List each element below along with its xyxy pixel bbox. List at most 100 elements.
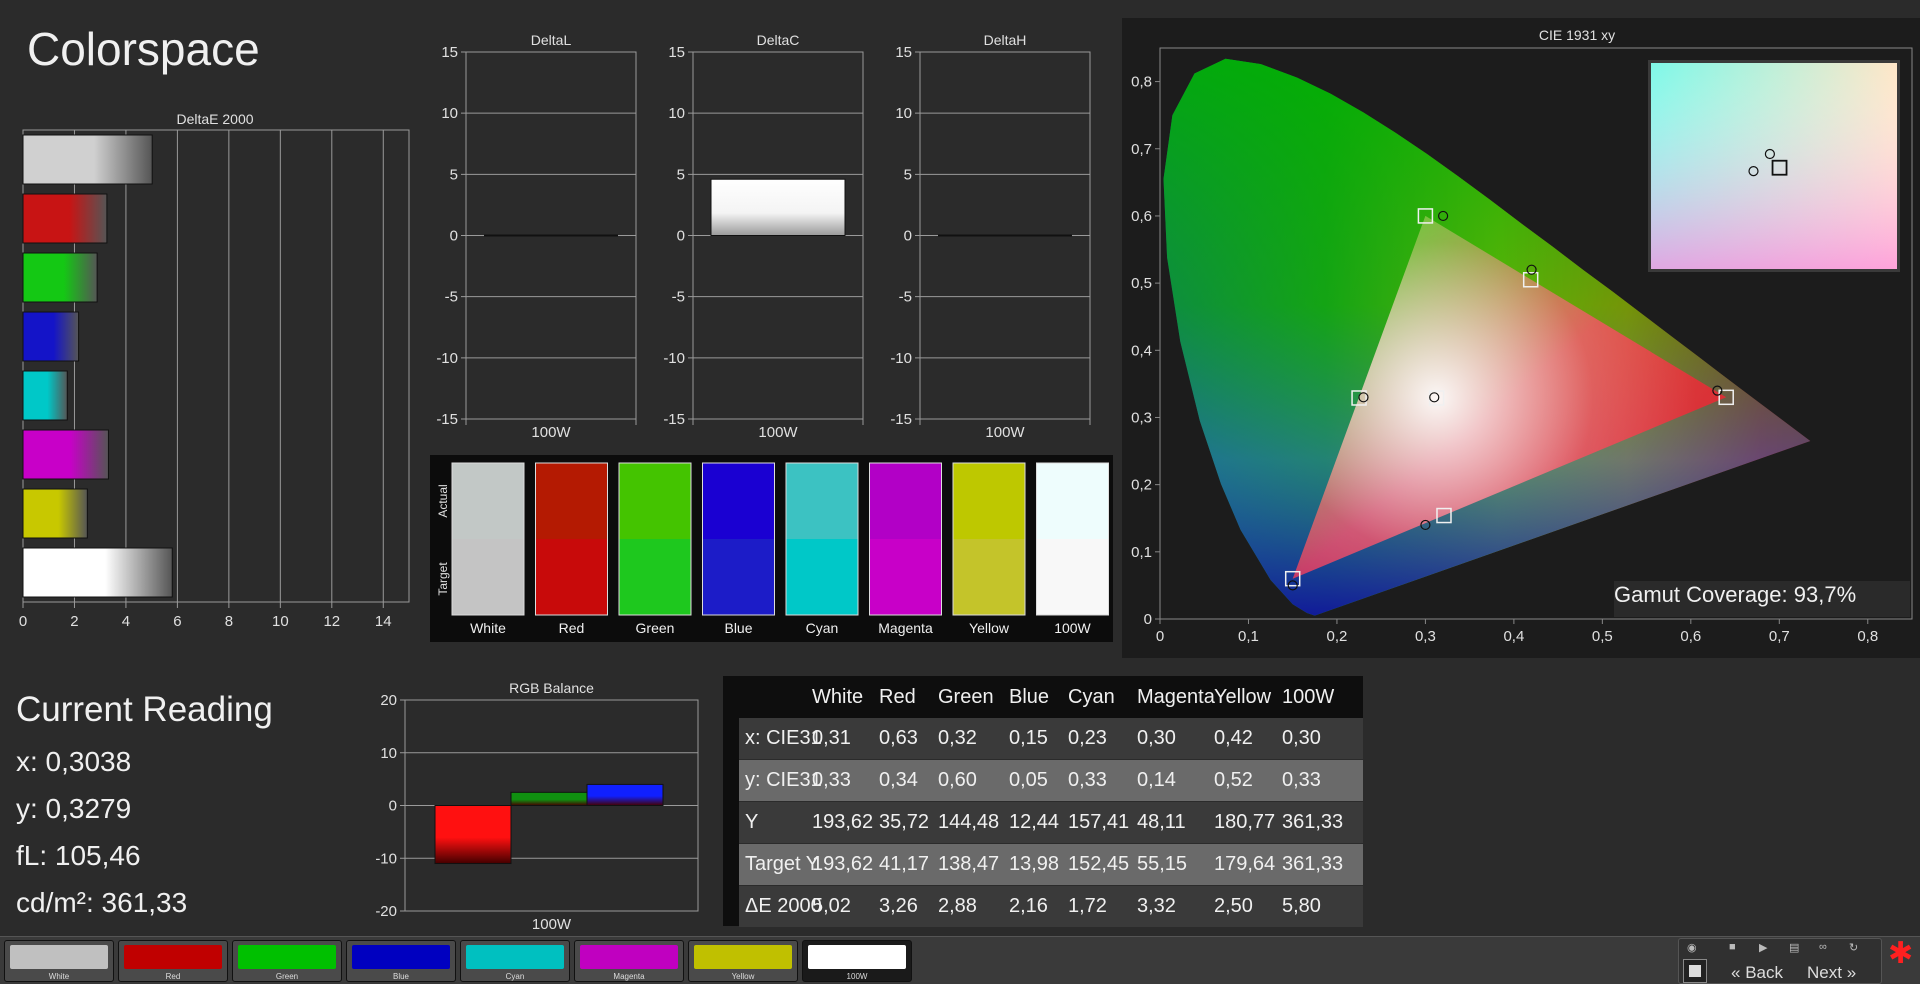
transport-icons: ◉ ■ ▶ ▤ ∞ ↻ xyxy=(1683,941,1873,957)
eye-icon[interactable]: ◉ xyxy=(1687,941,1697,954)
deltae-bar-white xyxy=(22,134,153,185)
deltal-ytick--10: -10 xyxy=(436,350,458,367)
current-reading-title: Current Reading xyxy=(16,690,273,729)
color-button-red[interactable]: Red xyxy=(118,940,228,982)
color-button-white[interactable]: White xyxy=(4,940,114,982)
deltah-ytick--15: -15 xyxy=(890,411,912,428)
asterisk-icon[interactable]: ✱ xyxy=(1888,936,1913,971)
values-cell: 0,33 xyxy=(1282,769,1321,791)
values-cell: 180,77 xyxy=(1214,811,1276,833)
values-col-yellow: Yellow xyxy=(1214,686,1272,708)
color-button-100w[interactable]: 100W xyxy=(802,940,912,982)
deltal-ytick-0: 0 xyxy=(450,228,458,245)
deltac-ytick-5: 5 xyxy=(677,166,685,183)
deltal-ytick-10: 10 xyxy=(441,105,458,122)
color-button-swatch xyxy=(694,945,792,969)
color-button-swatch xyxy=(808,945,906,969)
next-button[interactable]: Next » xyxy=(1807,963,1856,983)
values-cell: 0,30 xyxy=(1282,727,1321,749)
deltac-ytick--5: -5 xyxy=(672,289,685,306)
color-button-magenta[interactable]: Magenta xyxy=(574,940,684,982)
deltac-xtick: 100W xyxy=(758,424,798,441)
values-cell: 361,33 xyxy=(1282,811,1344,833)
cie-ytick-0,2: 0,2 xyxy=(1131,477,1152,494)
values-cell: 3,26 xyxy=(879,895,918,917)
rgb-xlabel: 100W xyxy=(532,916,572,933)
swatch-actual-blue xyxy=(702,463,775,539)
color-button-swatch xyxy=(466,945,564,969)
values-cell: 12,44 xyxy=(1009,811,1060,833)
rgb-bar-r xyxy=(434,805,512,865)
swatch-label-green: Green xyxy=(636,620,675,636)
values-cell: 0,42 xyxy=(1214,727,1253,749)
values-cell: 179,64 xyxy=(1214,853,1276,875)
rgb-ytick--10: -10 xyxy=(375,850,397,867)
values-cell: 138,47 xyxy=(938,853,1000,875)
values-cell: 2,16 xyxy=(1009,895,1048,917)
deltac-ytick--15: -15 xyxy=(663,411,685,428)
color-button-yellow[interactable]: Yellow xyxy=(688,940,798,982)
values-cell: 13,98 xyxy=(1009,853,1060,875)
back-button[interactable]: « Back xyxy=(1731,963,1783,983)
rgb-ytick-20: 20 xyxy=(380,692,397,709)
values-row-label: Target Y xyxy=(745,853,820,875)
values-cell: 0,32 xyxy=(938,727,977,749)
deltae-bar-blue xyxy=(22,311,80,362)
swatch-actual-magenta xyxy=(869,463,942,539)
reading-y: y: 0,3279 xyxy=(16,793,132,824)
rgb-title: RGB Balance xyxy=(509,680,594,696)
deltac-bar xyxy=(710,178,846,237)
swatch-label-yellow: Yellow xyxy=(969,620,1010,636)
deltah-ytick-5: 5 xyxy=(904,166,912,183)
deltal-xtick: 100W xyxy=(531,424,571,441)
cie-title: CIE 1931 xy xyxy=(1539,27,1615,43)
deltae-xtick-8: 8 xyxy=(225,613,233,630)
color-button-label: Yellow xyxy=(731,972,755,981)
deltal-chart: DeltaL 15 10 5 0 -5 -10 -15 100W xyxy=(436,32,637,441)
values-row-label: ΔE 2000 xyxy=(745,895,822,917)
stop-icon[interactable] xyxy=(1683,959,1707,983)
values-cell: 0,14 xyxy=(1137,769,1176,791)
color-button-swatch xyxy=(124,945,222,969)
swatch-label-100w: 100W xyxy=(1054,620,1091,636)
cie-xtick-0,1: 0,1 xyxy=(1238,628,1259,645)
deltah-chart: DeltaH 15 10 5 0 -5 -10 -15 100W xyxy=(890,32,1091,441)
values-col-blue: Blue xyxy=(1009,686,1050,708)
swatch-actual-yellow xyxy=(953,463,1025,539)
loop-icon[interactable]: ∞ xyxy=(1819,941,1827,953)
deltah-ytick--10: -10 xyxy=(890,350,912,367)
rgb-ytick-10: 10 xyxy=(380,745,397,762)
deltah-ytick-0: 0 xyxy=(904,228,912,245)
color-button-label: Cyan xyxy=(505,972,525,981)
swatch-label-cyan: Cyan xyxy=(806,620,839,636)
color-button-blue[interactable]: Blue xyxy=(346,940,456,982)
refresh-icon[interactable]: ↻ xyxy=(1849,941,1858,954)
values-col-white: White xyxy=(812,686,864,708)
values-cell: 0,30 xyxy=(1137,727,1176,749)
values-cell: 5,80 xyxy=(1282,895,1321,917)
color-button-green[interactable]: Green xyxy=(232,940,342,982)
rgb-ytick-0: 0 xyxy=(389,798,397,815)
color-button-swatch xyxy=(352,945,450,969)
swatch-target-blue xyxy=(702,539,775,615)
swatch-label-red: Red xyxy=(559,620,585,636)
values-cell: 157,41 xyxy=(1068,811,1130,833)
color-button-cyan[interactable]: Cyan xyxy=(460,940,570,982)
values-cell: 1,72 xyxy=(1068,895,1107,917)
values-cell: 55,15 xyxy=(1137,853,1188,875)
values-col-magenta: Magenta xyxy=(1137,686,1215,708)
back-icon: « xyxy=(1731,963,1741,982)
cie-chart: CIE 1931 xy 0 0,1 0,2 0,3 0,4 0,5 0,6 0,7 0,8 0 0,… xyxy=(1131,27,1913,645)
values-col-red: Red xyxy=(879,686,916,708)
deltae-bar-magenta xyxy=(22,429,109,480)
play-icon[interactable]: ▶ xyxy=(1759,941,1767,954)
save-icon[interactable]: ▤ xyxy=(1789,941,1799,954)
swatch-label-magenta: Magenta xyxy=(878,620,933,636)
stop-small-icon[interactable]: ■ xyxy=(1729,941,1736,953)
cie-xtick-0,5: 0,5 xyxy=(1592,628,1613,645)
cie-xtick-0: 0 xyxy=(1156,628,1164,645)
deltae-xtick-10: 10 xyxy=(272,613,289,630)
swatch-label-white: White xyxy=(470,620,506,636)
color-button-label: 100W xyxy=(846,972,868,981)
deltal-title: DeltaL xyxy=(531,32,572,48)
